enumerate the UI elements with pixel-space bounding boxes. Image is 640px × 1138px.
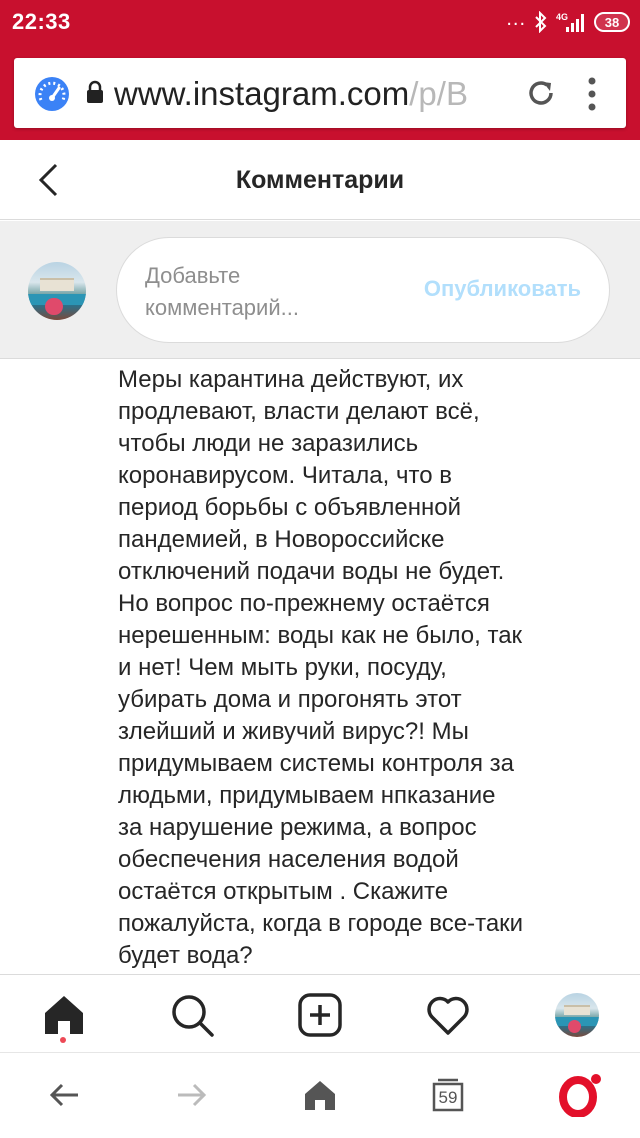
search-icon[interactable] xyxy=(170,993,214,1037)
more-vertical-icon[interactable] xyxy=(586,76,598,112)
url-domain: www.instagram.com xyxy=(114,75,410,112)
publish-button[interactable]: Опубликовать xyxy=(424,276,581,302)
back-arrow-icon[interactable] xyxy=(46,1077,82,1113)
url-path: /p/B xyxy=(409,75,468,112)
profile-avatar[interactable] xyxy=(555,993,599,1037)
instagram-bottom-nav xyxy=(0,974,640,1052)
home-icon[interactable] xyxy=(42,993,86,1037)
page-title: Комментарии xyxy=(235,166,405,194)
status-bar: 22:33 ... 4G 38 xyxy=(0,0,640,44)
browser-bottom-bar: 59 xyxy=(0,1052,640,1138)
tabs-button[interactable]: 59 xyxy=(430,1077,466,1113)
add-post-icon[interactable] xyxy=(298,993,342,1037)
forward-arrow-icon[interactable] xyxy=(174,1077,210,1113)
browser-toolbar: www.instagram.com/p/B xyxy=(0,44,640,140)
lock-icon xyxy=(87,80,103,103)
heart-icon[interactable] xyxy=(426,993,470,1037)
status-icons: ... 4G 38 xyxy=(506,8,630,36)
address-bar[interactable]: www.instagram.com/p/B xyxy=(14,58,626,128)
tabs-count: 59 xyxy=(438,1088,458,1107)
bluetooth-icon xyxy=(535,11,547,33)
opera-logo-icon[interactable] xyxy=(558,1073,602,1117)
comment-text: Меры карантина действуют, их продлевают,… xyxy=(118,366,524,969)
battery-indicator: 38 xyxy=(594,12,630,32)
svg-text:4G: 4G xyxy=(556,12,568,22)
comment-input[interactable]: Добавьте комментарий... Опубликовать xyxy=(116,237,610,343)
avatar xyxy=(28,262,86,320)
status-time: 22:33 xyxy=(12,9,71,34)
more-notifications-indicator: ... xyxy=(506,8,526,30)
home-icon[interactable] xyxy=(302,1077,338,1113)
comment-placeholder: Добавьте комментарий... xyxy=(145,263,299,320)
reload-icon[interactable] xyxy=(526,78,556,108)
signal-icon: 4G xyxy=(556,12,584,32)
add-comment-section: Добавьте комментарий... Опубликовать xyxy=(0,221,640,359)
comments-header: Комментарии xyxy=(0,140,640,220)
notification-dot xyxy=(60,1037,66,1043)
speedometer-icon[interactable] xyxy=(34,76,70,112)
url-text[interactable]: www.instagram.com/p/B xyxy=(114,72,514,116)
